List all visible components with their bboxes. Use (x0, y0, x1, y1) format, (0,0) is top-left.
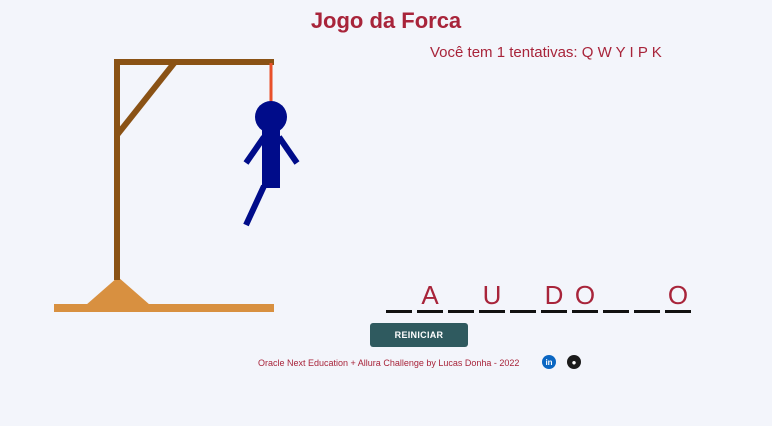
letter-slot: U (479, 280, 505, 313)
letter-slot (510, 280, 536, 313)
restart-button[interactable]: REINICIAR (370, 323, 468, 347)
gallows-base (54, 304, 274, 312)
letter-slot: A (417, 280, 443, 313)
credit-text: Oracle Next Education + Allura Challenge… (258, 358, 520, 368)
letter-slot: O (572, 280, 598, 313)
letter-slot: D (541, 280, 567, 313)
gallows-mound (86, 277, 150, 305)
github-icon[interactable]: ● (567, 355, 581, 369)
gallows-beam (114, 59, 274, 65)
letter: U (482, 280, 502, 310)
gallows-brace (114, 60, 178, 137)
letter-slot (634, 280, 660, 313)
letter-slot: O (665, 280, 691, 313)
figure-head (255, 101, 287, 133)
letter: D (544, 280, 564, 310)
word-display: AUDOO (386, 280, 696, 313)
letter-slot (448, 280, 474, 313)
figure-left-arm (243, 135, 267, 165)
letter-slot (386, 280, 412, 313)
figure-right-arm (276, 135, 300, 165)
letter: O (667, 280, 689, 310)
footer-credit: Oracle Next Education + Allura Challenge… (258, 358, 519, 368)
letter: O (574, 280, 596, 310)
linkedin-icon[interactable]: in (542, 355, 556, 369)
letter-slot (603, 280, 629, 313)
figure-left-leg (243, 184, 267, 227)
letter: A (421, 280, 439, 310)
gallows-post (114, 60, 120, 280)
